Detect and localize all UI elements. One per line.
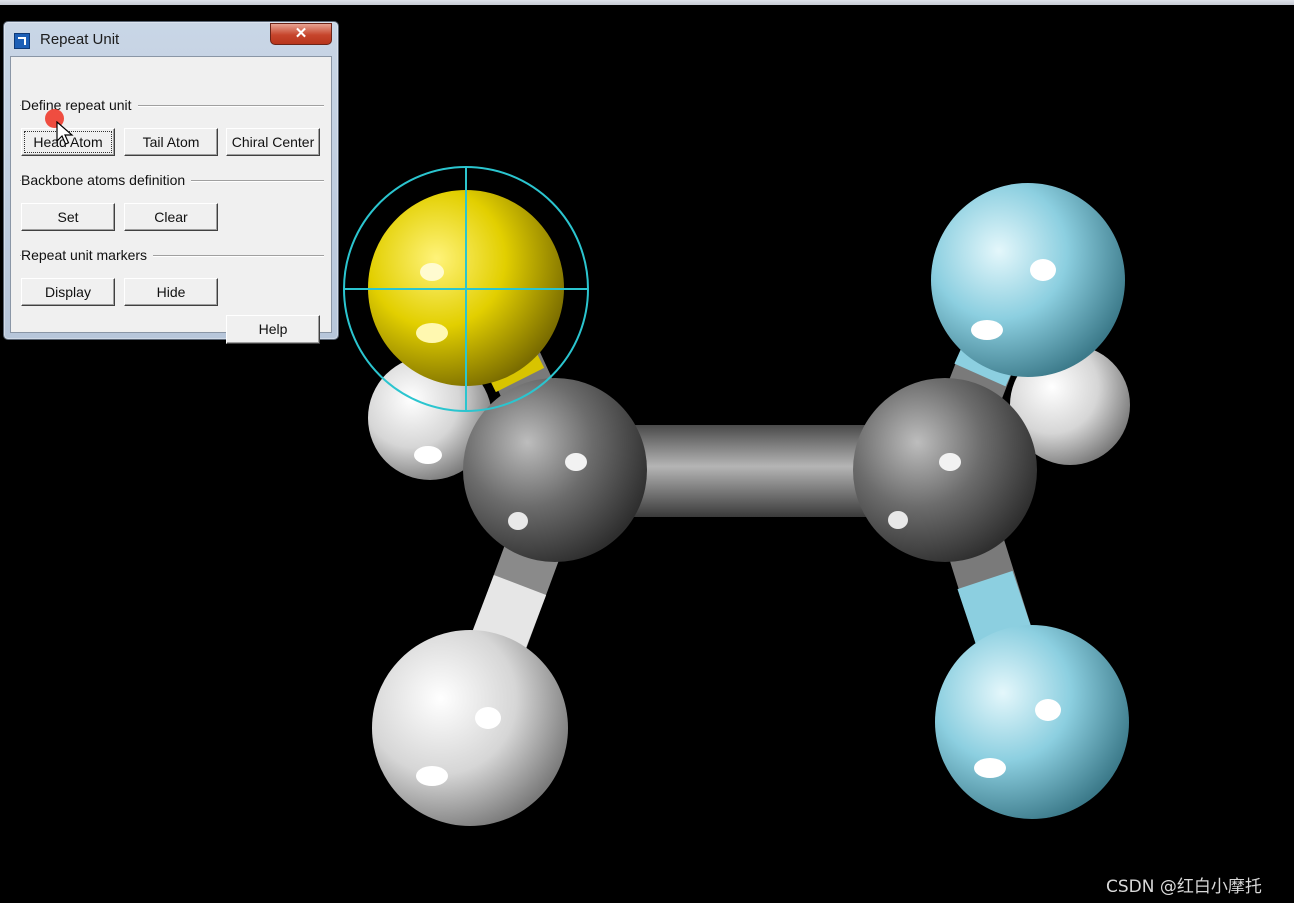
atom-f-upper[interactable] [931,183,1125,377]
highlight [414,446,442,464]
highlight [974,758,1006,778]
atom-f-lower[interactable] [935,625,1129,819]
atom-h-front[interactable] [372,630,568,826]
highlight [416,323,448,343]
group-label-repeat-unit-markers: Repeat unit markers [21,247,154,263]
highlight [508,512,528,530]
highlight [888,511,908,529]
highlight [971,320,1003,340]
dialog-client-area: Define repeat unit Head Atom Tail Atom C… [10,56,332,344]
dialog-title: Repeat Unit [40,31,120,48]
dialog-titlebar[interactable]: Repeat Unit ✕ [4,22,338,56]
app-icon [14,33,30,49]
highlight [1030,259,1056,281]
highlight [1035,699,1061,721]
mouse-pointer-icon [56,121,74,145]
display-button[interactable]: Display [21,278,115,306]
highlight [475,707,501,729]
close-button[interactable]: ✕ [270,23,332,45]
highlight [939,453,961,471]
group-label-backbone-atoms: Backbone atoms definition [21,172,192,188]
chiral-center-button[interactable]: Chiral Center [226,128,320,156]
clear-button[interactable]: Clear [124,203,218,231]
selection-crosshair [343,166,589,412]
highlight [565,453,587,471]
watermark: CSDN @红白小摩托 [1106,877,1262,897]
atom-c-left[interactable] [463,378,647,562]
highlight [420,263,444,281]
set-button[interactable]: Set [21,203,115,231]
repeat-unit-dialog: Repeat Unit ✕ Define repeat unit Head At… [3,21,339,344]
highlight [416,766,448,786]
hide-button[interactable]: Hide [124,278,218,306]
group-label-define-repeat-unit: Define repeat unit [21,97,138,113]
tail-atom-button[interactable]: Tail Atom [124,128,218,156]
help-button[interactable]: Help [226,315,320,344]
